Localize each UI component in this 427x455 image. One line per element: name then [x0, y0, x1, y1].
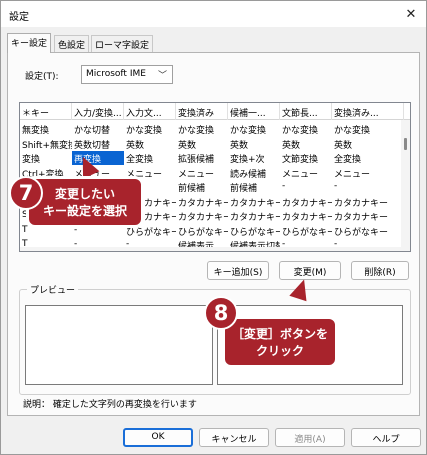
table-row[interactable]: 無変換 かな切替 かな変換 かな変換 かな変換 かな変換 かな変換: [20, 122, 404, 136]
table-cell[interactable]: かな変換: [280, 122, 332, 136]
table-cell[interactable]: かな変換: [124, 122, 176, 136]
preview-label: プレビュー: [27, 283, 79, 296]
settings-label: 設定(T):: [25, 72, 59, 82]
chevron-down-icon: ﹀: [157, 71, 167, 81]
table-cell[interactable]: ひらがなキー: [280, 224, 332, 238]
change-button[interactable]: 変更(M): [279, 261, 341, 280]
table-cell[interactable]: カタカナキー: [280, 209, 332, 223]
table-cell[interactable]: カタカナキー: [176, 209, 228, 223]
column-header-input-text[interactable]: 入力文...: [124, 103, 176, 120]
annotation-8-line-1: ［変更］ボタンを: [231, 327, 328, 341]
table-cell[interactable]: 全変換: [332, 151, 404, 165]
table-cell[interactable]: メニュー: [176, 166, 228, 180]
annotation-7-callout: 変更したい キー設定を選択: [26, 176, 144, 228]
table-cell[interactable]: カタカナキー: [176, 195, 228, 209]
close-icon[interactable]: ✕: [396, 1, 426, 27]
table-cell[interactable]: メニュー: [332, 166, 404, 180]
tab-romaji-settings[interactable]: ローマ字設定: [91, 35, 154, 52]
table-cell[interactable]: カタカナキー: [228, 209, 280, 223]
table-cell[interactable]: Shift+無変換: [20, 137, 72, 151]
table-cell[interactable]: かな変換: [332, 122, 404, 136]
column-header-input-conversion[interactable]: 入力/変換...: [72, 103, 124, 120]
table-cell[interactable]: かな切替: [72, 122, 124, 136]
table-cell[interactable]: 拡張候補: [176, 151, 228, 165]
apply-button[interactable]: 適用(A): [275, 428, 345, 447]
table-cell[interactable]: カタカナキー: [332, 209, 404, 223]
scrollbar-thumb[interactable]: [404, 138, 407, 150]
add-key-button[interactable]: キー追加(S): [207, 261, 269, 280]
table-cell[interactable]: カタカナキー: [228, 195, 280, 209]
table-cell[interactable]: 文節変換: [280, 151, 332, 165]
table-row[interactable]: Shift+無変換 英数切替 英数 英数 英数 英数 英数: [20, 137, 404, 151]
table-cell[interactable]: 無変換: [20, 122, 72, 136]
column-header-clause-length[interactable]: 文節長...: [280, 103, 332, 120]
column-header-candidate-list[interactable]: 候補一...: [228, 103, 280, 120]
table-cell[interactable]: 英数: [176, 137, 228, 151]
ok-button[interactable]: OK: [123, 428, 193, 447]
title-bar: 設定 ✕: [1, 1, 426, 27]
table-cell[interactable]: カタカナキー: [332, 195, 404, 209]
table-cell[interactable]: 変換: [20, 151, 72, 165]
column-header-converted[interactable]: 変換済み: [176, 103, 228, 120]
table-cell[interactable]: 英数: [124, 137, 176, 151]
annotation-8-line-2: クリック: [255, 344, 304, 358]
table-cell[interactable]: 英数: [280, 137, 332, 151]
annotation-8-callout: ［変更］ボタンを クリック: [222, 316, 338, 368]
table-cell[interactable]: 前候補: [176, 180, 228, 194]
settings-dropdown[interactable]: Microsoft IME ﹀: [81, 65, 173, 84]
tab-color-settings[interactable]: 色設定: [54, 35, 90, 52]
annotation-7-line-1: 変更したい: [54, 187, 115, 201]
preview-pane-left: [25, 305, 213, 385]
delete-button[interactable]: 削除(R): [351, 261, 409, 280]
column-header-converted-2[interactable]: 変換済み...: [332, 103, 404, 120]
vertical-scrollbar[interactable]: [401, 120, 410, 251]
table-cell[interactable]: -: [280, 180, 332, 194]
table-cell[interactable]: ひらがなキー: [176, 224, 228, 238]
annotation-7-badge: 7: [9, 176, 43, 210]
table-cell[interactable]: メニュー: [280, 166, 332, 180]
table-cell[interactable]: 全変換: [124, 151, 176, 165]
tab-key-settings[interactable]: キー設定: [7, 33, 52, 53]
horizontal-scrollbar[interactable]: [20, 247, 403, 251]
help-button[interactable]: ヘルプ: [351, 428, 421, 447]
table-cell[interactable]: 読み候補: [228, 166, 280, 180]
annotation-7-line-2: キー設定を選択: [42, 204, 127, 218]
table-cell[interactable]: 英数切替: [72, 137, 124, 151]
table-cell[interactable]: 英数: [332, 137, 404, 151]
description-text: 説明： 確定した文字列の再変換を行います: [23, 400, 197, 410]
table-cell[interactable]: 英数: [228, 137, 280, 151]
table-cell[interactable]: ひらがなキー: [228, 224, 280, 238]
table-header: ＊キー 入力/変換... 入力文... 変換済み 候補一... 文節長... 変…: [20, 103, 410, 120]
table-cell[interactable]: ひらがなキー: [332, 224, 404, 238]
cancel-button[interactable]: キャンセル: [199, 428, 269, 447]
table-cell[interactable]: 前候補: [228, 180, 280, 194]
table-cell[interactable]: -: [332, 180, 404, 194]
table-cell[interactable]: カタカナキー: [280, 195, 332, 209]
table-cell[interactable]: かな変換: [228, 122, 280, 136]
column-header-key[interactable]: ＊キー: [20, 103, 72, 120]
table-cell[interactable]: かな変換: [176, 122, 228, 136]
settings-dropdown-value: Microsoft IME: [86, 69, 146, 79]
table-cell[interactable]: 変換+次: [228, 151, 280, 165]
window-title: 設定: [9, 12, 29, 23]
annotation-8-badge: 8: [204, 296, 238, 330]
